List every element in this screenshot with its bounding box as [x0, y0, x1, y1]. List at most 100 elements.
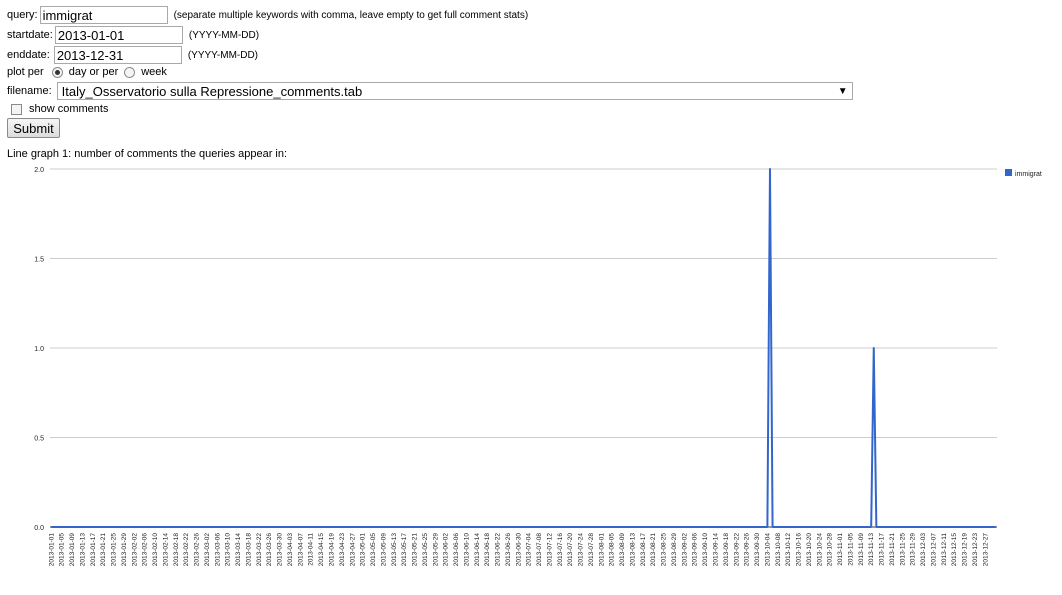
legend-swatch [1005, 169, 1012, 176]
plotper-label: plot per [7, 66, 44, 78]
x-tick-label: 2013-05-29 [432, 533, 439, 567]
x-tick-label: 2013-11-09 [858, 533, 865, 566]
startdate-hint: (YYYY-MM-DD) [188, 29, 260, 41]
x-tick-label: 2013-10-08 [775, 533, 782, 567]
enddate-row: enddate: (YYYY-MM-DD) [7, 46, 258, 64]
x-tick-label: 2013-06-30 [515, 533, 522, 567]
x-tick-label: 2013-03-18 [245, 533, 252, 567]
x-tick-label: 2013-01-05 [59, 533, 66, 567]
legend-label: immigrat [1015, 171, 1042, 178]
plotper-week-label: week [141, 66, 167, 78]
x-tick-label: 2013-08-29 [671, 533, 678, 567]
query-input[interactable] [39, 6, 168, 24]
line-chart: 0.00.51.01.52.02013-01-01 2013-01-05 2013-… [34, 167, 1042, 567]
x-tick-label: 2013-04-23 [339, 533, 346, 567]
y-tick-label: 1.5 [34, 257, 44, 264]
x-tick-label: 2013-10-24 [816, 533, 823, 567]
x-tick-label: 2013-03-14 [235, 533, 242, 567]
x-tick-label: 2013-08-25 [661, 533, 668, 567]
x-tick-label: 2013-12-23 [972, 533, 979, 567]
query-row: query: (separate multiple keywords with … [7, 6, 528, 24]
query-label: query: [7, 9, 38, 21]
x-tick-label: 2013-02-02 [131, 533, 138, 567]
x-tick-label: 2013-08-05 [609, 533, 616, 567]
filename-select[interactable]: Italy_Osservatorio sulla Repressione_com… [56, 82, 853, 100]
x-tick-label: 2013-12-07 [930, 533, 937, 567]
enddate-input[interactable] [53, 46, 182, 64]
x-tick-label: 2013-10-28 [827, 533, 834, 567]
filename-label: filename: [7, 85, 52, 97]
x-tick-label: 2013-09-02 [681, 533, 688, 567]
x-tick-label: 2013-09-06 [692, 533, 699, 567]
x-tick-label: 2013-08-21 [650, 533, 657, 567]
x-tick-label: 2013-12-11 [941, 533, 948, 566]
x-tick-label: 2013-07-16 [557, 533, 564, 567]
x-tick-label: 2013-01-29 [121, 533, 128, 567]
x-tick-label: 2013-02-10 [152, 533, 159, 567]
x-tick-label: 2013-07-12 [546, 533, 553, 567]
x-tick-label: 2013-06-10 [463, 533, 470, 567]
x-tick-label: 2013-09-22 [733, 533, 740, 567]
enddate-label: enddate: [7, 49, 50, 61]
x-tick-label: 2013-06-06 [453, 533, 460, 567]
x-tick-label: 2013-10-20 [806, 533, 813, 567]
x-tick-label: 2013-07-28 [588, 533, 595, 567]
x-tick-label: 2013-07-04 [526, 533, 533, 567]
x-tick-label: 2013-04-27 [349, 533, 356, 567]
x-tick-label: 2013-11-21 [889, 533, 896, 566]
x-tick-label: 2013-07-08 [536, 533, 543, 567]
x-tick-label: 2013-10-04 [764, 533, 771, 567]
startdate-row: startdate: (YYYY-MM-DD) [7, 26, 259, 44]
y-tick-label: 1.0 [34, 346, 44, 353]
x-tick-label: 2013-11-05 [847, 533, 854, 566]
x-tick-label: 2013-08-01 [598, 533, 605, 567]
x-tick-label: 2013-05-21 [412, 533, 419, 567]
enddate-hint: (YYYY-MM-DD) [187, 49, 259, 61]
x-tick-label: 2013-12-15 [951, 533, 958, 567]
x-tick-label: 2013-01-25 [111, 533, 118, 567]
x-tick-label: 2013-01-09 [69, 533, 76, 567]
x-tick-label: 2013-04-07 [297, 533, 304, 567]
x-tick-label: 2013-01-17 [90, 533, 97, 567]
x-tick-label: 2013-04-11 [308, 533, 315, 566]
x-tick-label: 2013-10-16 [796, 533, 803, 567]
x-tick-label: 2013-05-09 [380, 533, 387, 567]
plotper-day-radio[interactable] [51, 66, 63, 78]
x-tick-label: 2013-05-17 [401, 533, 408, 567]
x-tick-label: 2013-11-25 [899, 533, 906, 566]
x-tick-label: 2013-03-22 [256, 533, 263, 567]
x-tick-label: 2013-05-05 [370, 533, 377, 567]
x-tick-label: 2013-09-14 [712, 533, 719, 567]
x-tick-label: 2013-02-22 [183, 533, 190, 567]
x-tick-label: 2013-09-30 [754, 533, 761, 567]
x-tick-label: 2013-06-22 [495, 533, 502, 567]
y-tick-label: 0.5 [34, 436, 44, 443]
filename-selected-value: Italy_Osservatorio sulla Repressione_com… [61, 83, 363, 99]
x-tick-label: 2013-05-25 [422, 533, 429, 567]
y-tick-label: 0.0 [34, 525, 44, 532]
x-tick-label: 2013-03-06 [214, 533, 221, 567]
x-tick-label: 2013-09-26 [744, 533, 751, 567]
submit-button[interactable]: Submit [7, 118, 60, 138]
x-tick-label: 2013-03-30 [277, 533, 284, 567]
y-tick-label: 2.0 [34, 167, 44, 174]
plotper-day-label: day or per [68, 66, 119, 78]
show-comments-checkbox[interactable] [11, 103, 22, 115]
x-tick-label: 2013-06-14 [474, 533, 481, 567]
plotper-week-radio[interactable] [124, 66, 136, 78]
plotper-row: plot per day or per week [7, 66, 167, 78]
x-tick-label: 2013-04-03 [287, 533, 294, 567]
x-tick-label: 2013-09-18 [723, 533, 730, 567]
x-tick-label: 2013-11-01 [837, 533, 844, 566]
x-tick-label: 2013-11-17 [879, 533, 886, 566]
x-tick-label: 2013-09-10 [702, 533, 709, 567]
x-tick-label: 2013-03-26 [266, 533, 273, 567]
x-tick-label: 2013-12-27 [982, 533, 989, 567]
x-tick-label: 2013-08-09 [619, 533, 626, 567]
x-tick-label: 2013-07-24 [578, 533, 585, 567]
startdate-input[interactable] [54, 26, 183, 44]
x-tick-label: 2013-06-26 [505, 533, 512, 567]
x-tick-label: 2013-02-14 [162, 533, 169, 567]
x-tick-label: 2013-02-18 [173, 533, 180, 567]
x-tick-label: 2013-04-19 [329, 533, 336, 567]
